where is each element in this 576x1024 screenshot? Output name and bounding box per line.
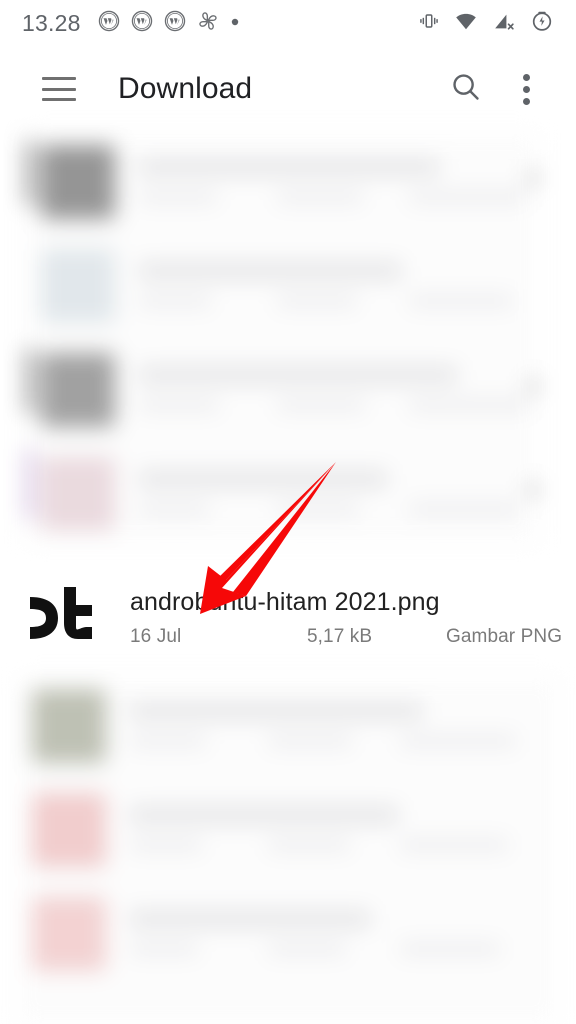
more-notifications-dot-icon [230, 14, 240, 32]
file-list-item-focused[interactable]: androbuntu-hitam 2021.png 16 Jul 5,17 kB… [0, 562, 576, 674]
list-item-meta [139, 503, 209, 515]
list-item[interactable] [27, 445, 538, 544]
file-name: androbuntu-hitam 2021.png [130, 588, 440, 617]
list-item-thumbnail [32, 793, 106, 867]
list-item[interactable] [27, 237, 538, 341]
list-item-meta [268, 839, 350, 851]
list-item[interactable] [18, 781, 558, 885]
app-bar: Download [0, 46, 576, 132]
file-type: Gambar PNG [446, 625, 563, 647]
status-bar: 13.28 [0, 0, 576, 46]
list-item-meta [409, 503, 519, 515]
list-item[interactable] [27, 133, 538, 237]
list-item-meta [277, 399, 365, 411]
list-item-meta [277, 503, 359, 515]
list-item-meta [130, 943, 198, 955]
list-item-meta [277, 295, 357, 307]
list-item-meta [277, 191, 363, 203]
list-item-edge [27, 449, 32, 519]
search-icon[interactable] [449, 70, 483, 109]
list-item[interactable] [18, 677, 558, 781]
wordpress-icon [131, 10, 153, 37]
list-item-title [139, 159, 439, 175]
wordpress-icon [98, 10, 120, 37]
file-date: 16 Jul [130, 625, 182, 647]
list-item-edge [27, 349, 32, 413]
list-item-meta [409, 399, 531, 411]
list-item-thumbnail [41, 145, 115, 219]
list-item-title [139, 263, 401, 279]
list-item-thumbnail [41, 249, 115, 323]
list-item-title [139, 367, 457, 383]
list-item-title [130, 911, 370, 927]
list-item-thumbnail [41, 353, 115, 427]
list-item-meta [400, 735, 516, 747]
list-item-meta [400, 943, 500, 955]
png-image-thumbnail [20, 575, 106, 661]
status-bar-left: 13.28 [22, 10, 240, 37]
file-size: 5,17 kB [307, 625, 373, 647]
blurred-file-list-above[interactable] [27, 133, 538, 544]
list-item-thumbnail [32, 689, 106, 763]
status-bar-right [418, 9, 554, 38]
hamburger-menu-icon[interactable] [42, 77, 76, 101]
page-title: Download [118, 72, 253, 105]
vibrate-mode-icon [418, 10, 440, 37]
list-item-edge [530, 483, 536, 497]
list-item-meta [409, 295, 513, 307]
mobile-signal-off-icon [492, 9, 516, 38]
list-item-thumbnail [41, 457, 115, 531]
list-item-edge [530, 171, 536, 185]
wordpress-icon [164, 10, 186, 37]
overflow-menu-icon[interactable] [523, 73, 530, 105]
list-item-meta [268, 943, 346, 955]
list-item-meta [400, 839, 508, 851]
phone-screen: 13.28 Download androbuntu-hitam 2021.png… [0, 0, 576, 1024]
list-item-thumbnail [32, 897, 106, 971]
file-meta-row: 16 Jul 5,17 kB Gambar PNG [130, 626, 576, 648]
list-item-edge [530, 379, 536, 393]
wifi-icon [454, 9, 478, 38]
status-bar-clock: 13.28 [22, 9, 81, 36]
file-info: androbuntu-hitam 2021.png 16 Jul 5,17 kB… [130, 588, 576, 648]
google-photos-icon [197, 10, 219, 37]
app-bar-actions [449, 70, 552, 109]
list-item-edge [27, 141, 32, 205]
list-item-meta [139, 295, 211, 307]
list-item-meta [139, 191, 217, 203]
list-item-meta [130, 839, 202, 851]
list-item-meta [409, 191, 527, 203]
list-item-meta [268, 735, 352, 747]
list-item-title [139, 471, 387, 487]
list-item-meta [130, 735, 206, 747]
list-item-title [130, 807, 398, 823]
list-item[interactable] [27, 341, 538, 445]
battery-saver-icon [530, 9, 554, 38]
blurred-file-list-below[interactable] [18, 677, 558, 1024]
list-item-meta [139, 399, 219, 411]
list-item-title [130, 703, 422, 719]
list-item[interactable] [18, 885, 558, 989]
